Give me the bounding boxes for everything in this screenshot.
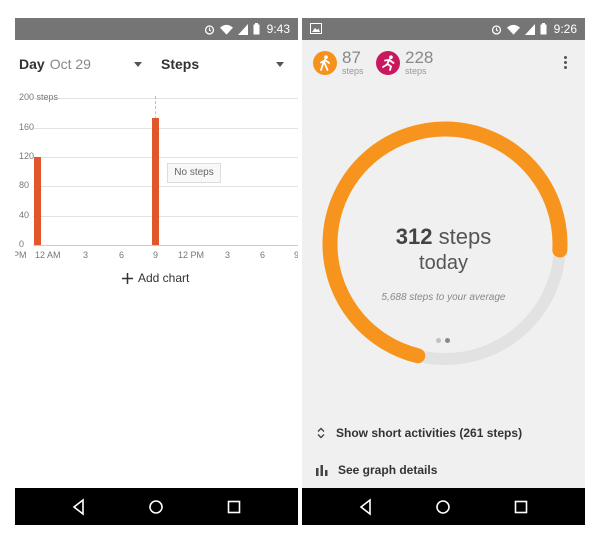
average-steps-text: 5,688 steps to your average — [381, 292, 506, 303]
date-value: Oct 29 — [49, 56, 91, 72]
date-dropdown[interactable]: Day Oct 29 — [19, 56, 91, 72]
y-tick-label: 160 — [19, 122, 35, 132]
see-graph-details-label: See graph details — [338, 463, 438, 477]
alarm-icon — [491, 24, 501, 35]
metric-dropdown[interactable]: Steps — [161, 56, 199, 74]
walking-activity[interactable]: 87 steps — [313, 49, 364, 76]
today-steps-value: 312 — [395, 224, 433, 249]
gridline — [33, 186, 298, 187]
signal-icon — [524, 23, 535, 35]
chart-bar[interactable] — [152, 118, 159, 245]
back-icon[interactable] — [69, 497, 89, 517]
see-graph-details-row[interactable]: See graph details — [316, 463, 437, 477]
today-steps-unit: steps — [438, 224, 492, 249]
battery-icon — [253, 23, 260, 35]
x-tick-label: 12 PM — [178, 250, 205, 260]
gridline — [33, 157, 298, 158]
y-tick-label: 40 — [19, 210, 30, 220]
navigation-bar — [15, 488, 298, 525]
date-dropdown-arrow-icon[interactable] — [134, 62, 142, 67]
home-icon[interactable] — [146, 497, 166, 517]
x-tick-label: 3 — [225, 250, 231, 260]
home-icon[interactable] — [433, 497, 453, 517]
add-chart-button[interactable]: Add chart — [122, 271, 189, 285]
alarm-icon — [204, 24, 214, 35]
x-axis-line — [33, 245, 298, 246]
status-bar: 9:26 — [302, 18, 585, 40]
left-phone-screen: 9:43 Day Oct 29 Steps 200 steps 160 120 … — [15, 18, 298, 525]
chart-bar[interactable] — [34, 157, 41, 245]
walking-icon — [313, 50, 337, 75]
page-indicator-dot[interactable] — [436, 338, 441, 343]
show-short-activities-row[interactable]: Show short activities (261 steps) — [316, 426, 522, 440]
wifi-icon — [506, 24, 520, 35]
recents-icon[interactable] — [224, 497, 244, 517]
status-time: 9:43 — [266, 22, 290, 36]
status-bar: 9:43 — [15, 18, 298, 40]
running-icon — [376, 50, 400, 75]
running-activity[interactable]: 228 steps — [376, 49, 433, 76]
x-tick-label: 9 — [153, 250, 159, 260]
page-indicator-dot-active[interactable] — [445, 338, 450, 343]
battery-icon — [540, 23, 547, 35]
gridline — [33, 216, 298, 217]
image-notification-icon — [310, 23, 322, 34]
gridline — [33, 128, 298, 129]
back-icon[interactable] — [356, 497, 376, 517]
show-short-activities-label: Show short activities (261 steps) — [336, 426, 523, 440]
metric-dropdown-arrow-icon[interactable] — [276, 62, 284, 67]
overflow-menu-icon[interactable] — [564, 56, 570, 71]
navigation-bar — [302, 488, 585, 525]
x-tick-label: 3 — [83, 250, 89, 260]
walking-steps-unit: steps — [342, 66, 364, 76]
x-tick-label: 9 — [294, 250, 298, 260]
y-tick-label: 0 — [19, 239, 25, 249]
wifi-icon — [219, 24, 233, 35]
x-tick-label: 6 — [119, 250, 125, 260]
plus-icon — [122, 272, 133, 284]
metric-label: Steps — [161, 56, 200, 72]
running-steps-value: 228 — [405, 48, 434, 67]
status-time: 9:26 — [553, 22, 577, 36]
running-steps-unit: steps — [405, 66, 427, 76]
today-label: today — [419, 252, 468, 274]
expand-icon — [317, 427, 325, 439]
x-tick-label: PM — [15, 250, 27, 260]
today-steps: 312 steps — [302, 224, 585, 250]
y-tick-label: 120 — [19, 151, 35, 161]
x-tick-label: 12 AM — [35, 250, 61, 260]
chart-tooltip: No steps — [167, 163, 221, 183]
gridline — [33, 98, 298, 99]
x-tick-label: 6 — [260, 250, 266, 260]
walking-steps-value: 87 — [342, 48, 361, 67]
bar-chart-icon — [316, 464, 328, 476]
y-tick-label: 200 steps — [19, 92, 59, 102]
right-phone-screen: 9:26 87 steps 228 steps 312 steps today … — [302, 18, 585, 525]
recents-icon[interactable] — [511, 497, 531, 517]
signal-icon — [237, 23, 248, 35]
y-tick-label: 80 — [19, 180, 30, 190]
add-chart-label: Add chart — [138, 271, 190, 285]
date-period-label: Day — [19, 56, 45, 72]
